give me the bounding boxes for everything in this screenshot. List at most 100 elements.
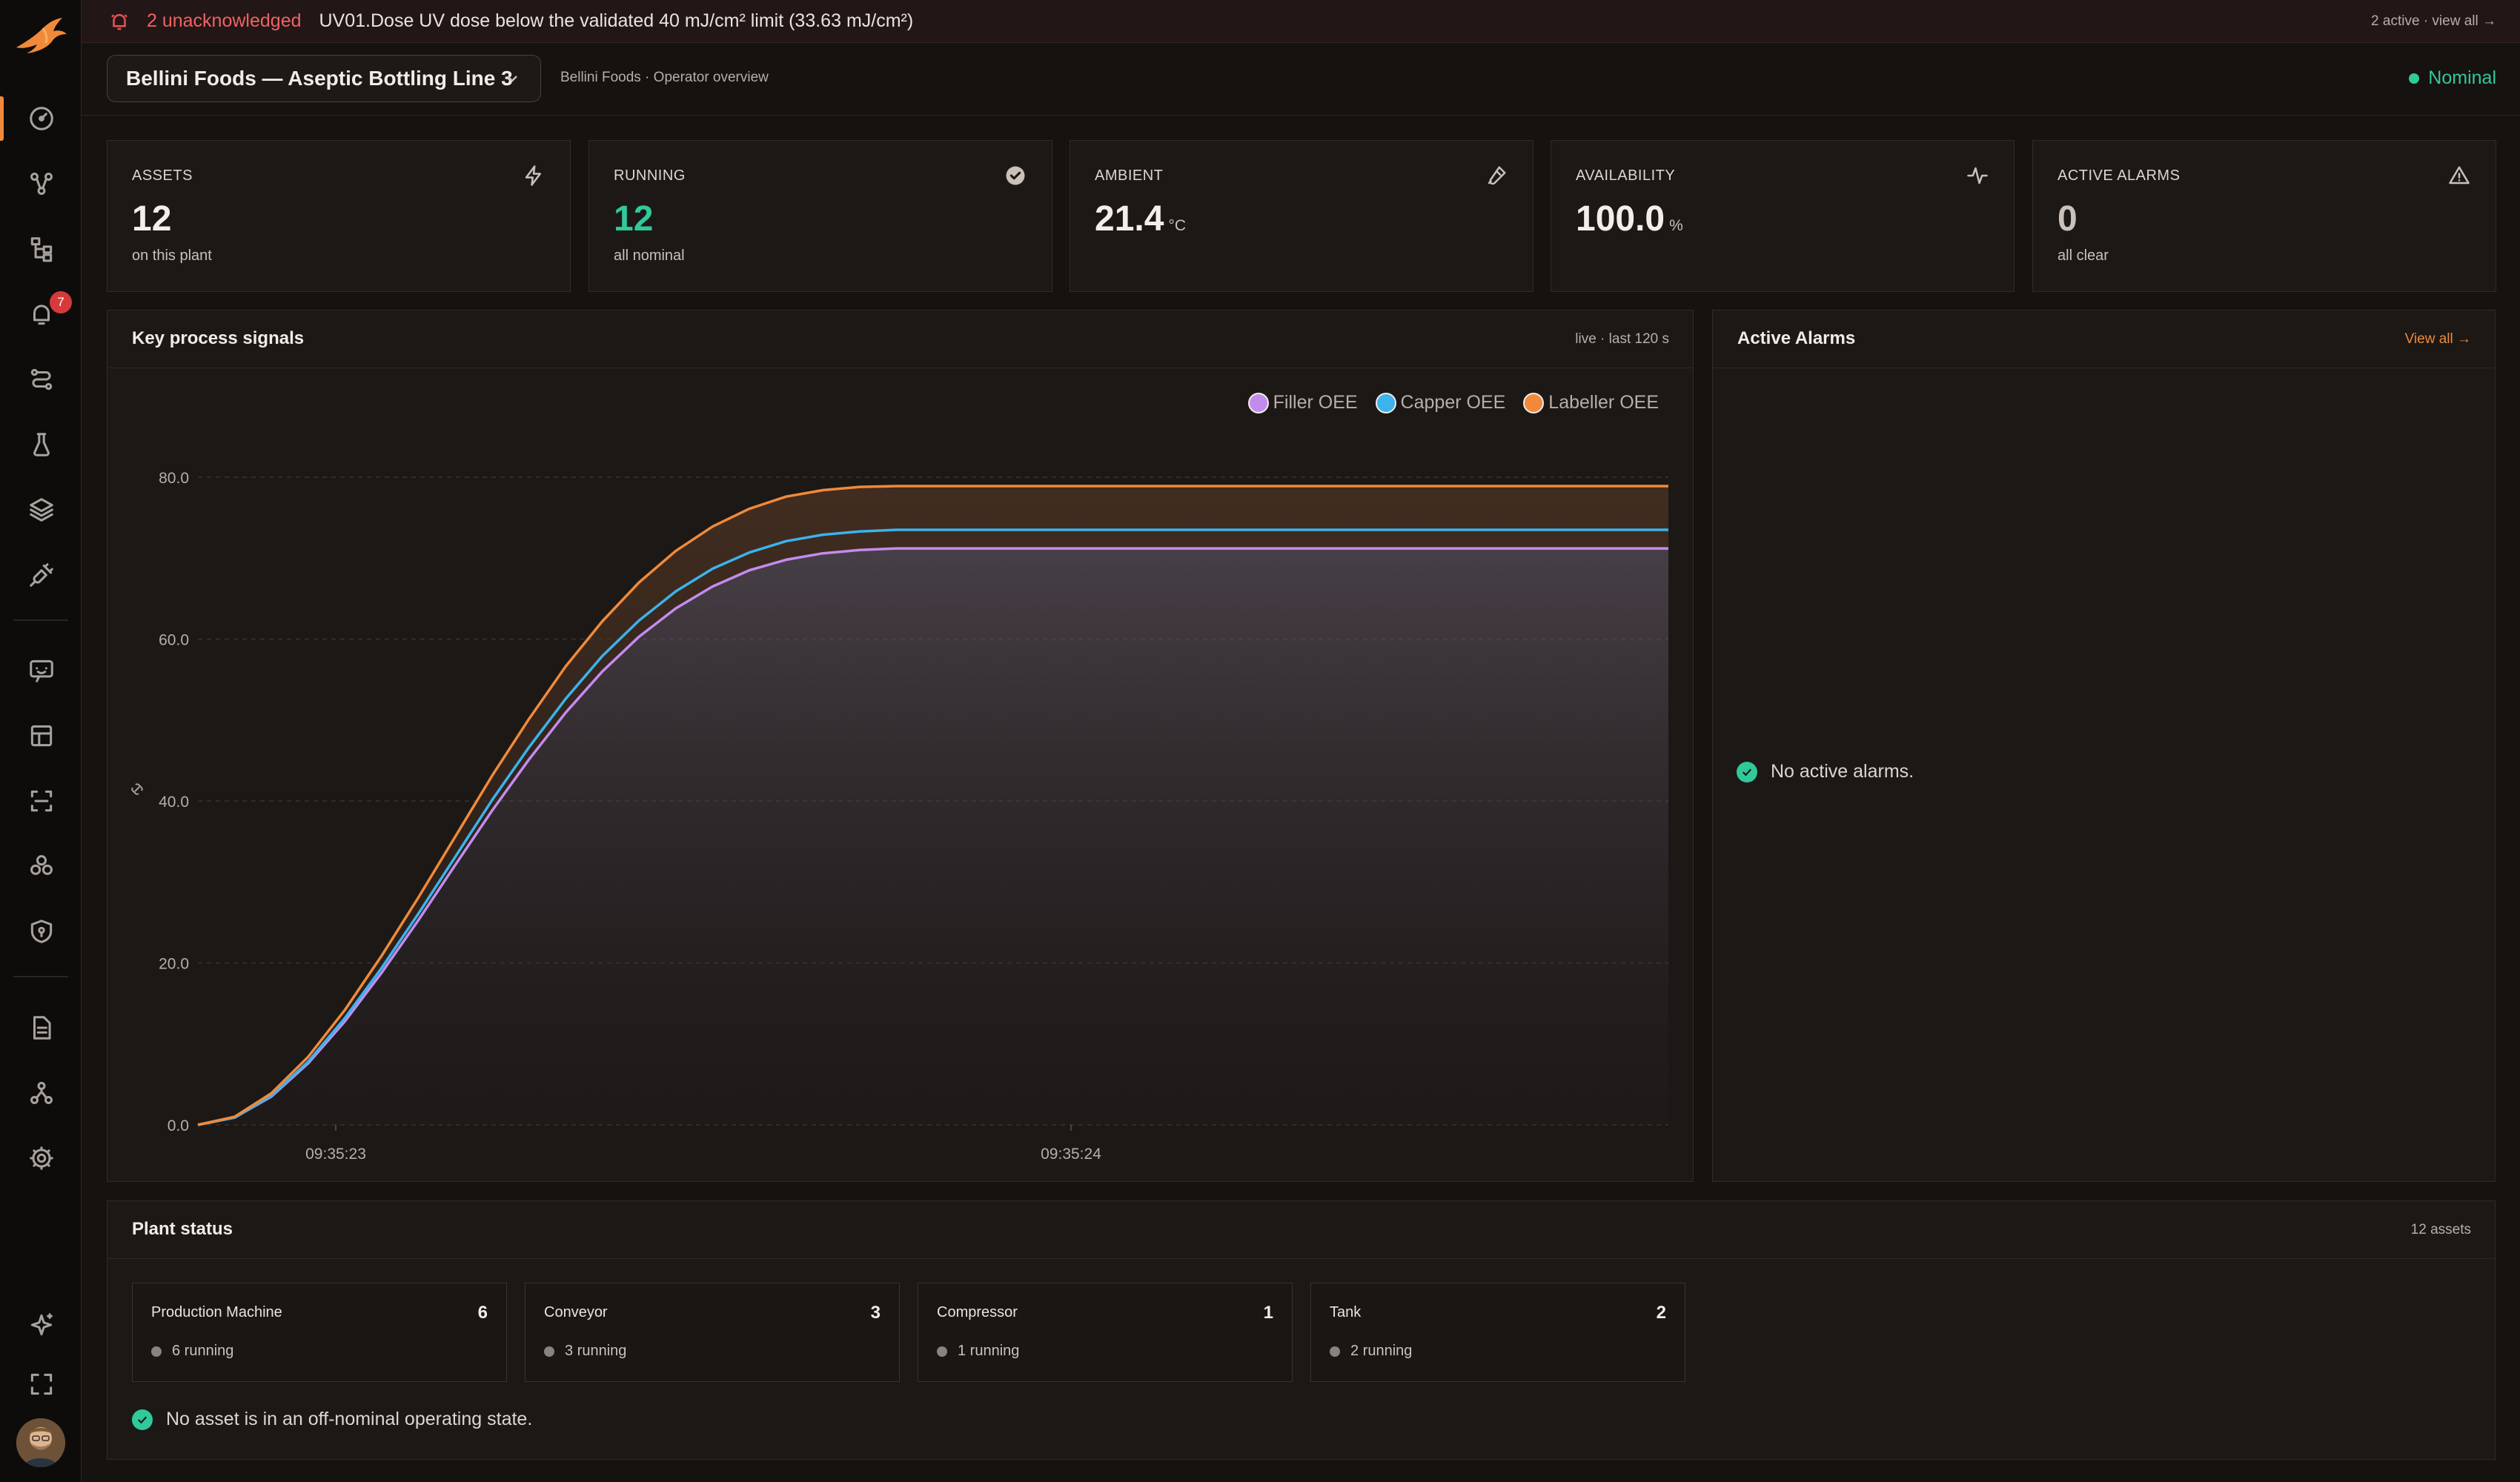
- sparkle-icon[interactable]: [23, 1306, 60, 1343]
- asset-type-name: Production Machine: [151, 1304, 282, 1320]
- thermometer-icon: [1485, 165, 1508, 187]
- running-label: 1 running: [958, 1343, 1020, 1359]
- warning-icon: [2448, 165, 2470, 187]
- breadcrumb: Bellini Foods · Operator overview: [560, 70, 769, 85]
- asset-type-name: Compressor: [937, 1304, 1018, 1320]
- status-dot: [544, 1346, 554, 1357]
- running-label: 3 running: [565, 1343, 627, 1359]
- sidebar-divider: [13, 619, 68, 621]
- asset-type-card[interactable]: Tank 2 2 running: [1310, 1283, 1685, 1382]
- kpi-label: AVAILABILITY: [1576, 167, 1676, 184]
- bolt-icon: [523, 165, 545, 187]
- asset-type-card[interactable]: Production Machine 6 6 running: [132, 1283, 507, 1382]
- empty-state-text: No active alarms.: [1771, 761, 1914, 782]
- view-all-alarms-link[interactable]: 2 active · view all →: [2371, 13, 2496, 30]
- modules-icon[interactable]: [23, 848, 60, 885]
- asset-type-name: Tank: [1330, 1304, 1362, 1320]
- x-tick-label: 09:35:23: [305, 1146, 366, 1163]
- signals-line-chart[interactable]: 0.0 20.0 40.0 60.0 80.0 09:35:23 09:35:24: [107, 310, 1692, 1180]
- kpi-label: AMBIENT: [1095, 167, 1164, 184]
- check-icon: [1737, 761, 1757, 782]
- kpi-value: 12: [132, 199, 172, 239]
- fullscreen-icon[interactable]: [23, 1366, 60, 1403]
- alarm-message: UV01.Dose UV dose below the validated 40…: [319, 10, 914, 31]
- asset-type-running: 2 running: [1330, 1343, 1412, 1360]
- kpi-label: ACTIVE ALARMS: [2058, 167, 2181, 184]
- plant-status-card: Plant status 12 assets Production Machin…: [107, 1200, 2496, 1460]
- alarm-bell-icon: [108, 10, 130, 33]
- check-icon: [132, 1409, 153, 1430]
- layers-icon[interactable]: [23, 491, 60, 528]
- kpi-label: ASSETS: [132, 167, 193, 184]
- kpi-value: 21.4 °C: [1095, 199, 1186, 239]
- y-tick-label: 60.0: [159, 632, 189, 649]
- card-title: Active Alarms: [1737, 328, 1856, 348]
- document-icon[interactable]: [23, 1009, 60, 1046]
- scan-icon[interactable]: [23, 782, 60, 820]
- unacknowledged-count[interactable]: 2 unacknowledged: [147, 10, 302, 32]
- kpi-sub: all clear: [2058, 247, 2109, 264]
- user-avatar[interactable]: [16, 1418, 65, 1467]
- dashboard-icon[interactable]: [23, 100, 60, 137]
- chat-icon[interactable]: [23, 652, 60, 689]
- kpi-card-assets: ASSETS 12 on this plant: [107, 140, 571, 292]
- status-dot: [151, 1346, 162, 1357]
- status-indicator: Nominal: [2409, 67, 2496, 89]
- status-dot: [937, 1346, 947, 1357]
- kpi-value: 0: [2058, 199, 2078, 239]
- asset-type-card[interactable]: Compressor 1 1 running: [918, 1283, 1293, 1382]
- asset-type-running: 6 running: [151, 1343, 233, 1360]
- route-icon[interactable]: [23, 361, 60, 398]
- chevron-down-icon: [507, 76, 517, 82]
- kpi-card-active-alarms: ACTIVE ALARMS 0 all clear: [2032, 140, 2496, 292]
- org-chart-icon[interactable]: [23, 1074, 60, 1112]
- plant-status-footer: No asset is in an off-nominal operating …: [132, 1409, 532, 1430]
- brand-logo[interactable]: [13, 13, 68, 62]
- empty-state: No active alarms.: [1737, 761, 1914, 782]
- hierarchy-icon[interactable]: [23, 230, 60, 268]
- plant-status-footer-text: No asset is in an off-nominal operating …: [166, 1409, 533, 1429]
- kpi-card-availability: AVAILABILITY 100.0%: [1551, 140, 2015, 292]
- kpi-number: 21.4: [1095, 199, 1164, 239]
- y-tick-label: 80.0: [159, 470, 189, 487]
- active-alarms-card: Active Alarms View all → No active alarm…: [1712, 310, 2496, 1182]
- gear-icon[interactable]: [23, 1140, 60, 1177]
- kpi-sub: on this plant: [132, 247, 212, 264]
- asset-type-card[interactable]: Conveyor 3 3 running: [525, 1283, 900, 1382]
- plant-selector[interactable]: Bellini Foods — Aseptic Bottling Line 3: [107, 55, 541, 102]
- check-circle-icon: [1004, 165, 1027, 187]
- running-label: 2 running: [1350, 1343, 1413, 1359]
- status-dot: [2409, 73, 2420, 84]
- sidebar: 7: [0, 0, 82, 1482]
- y-tick-label: 40.0: [159, 794, 189, 811]
- network-icon[interactable]: [23, 165, 60, 202]
- plant-selector-label: Bellini Foods — Aseptic Bottling Line 3: [126, 67, 513, 90]
- running-label: 6 running: [172, 1343, 234, 1359]
- asset-type-count: 1: [1263, 1303, 1273, 1323]
- view-all-link[interactable]: View all →: [2405, 331, 2471, 348]
- kpi-sub: all nominal: [614, 247, 685, 264]
- shield-icon[interactable]: [23, 913, 60, 950]
- asset-type-name: Conveyor: [544, 1304, 608, 1320]
- kpi-card-running: RUNNING 12 all nominal: [588, 140, 1052, 292]
- grid-icon[interactable]: [23, 717, 60, 754]
- status-dot: [1330, 1346, 1340, 1357]
- alarm-count-badge: 7: [50, 291, 72, 313]
- card-title: Plant status: [132, 1219, 233, 1239]
- asset-type-count: 3: [870, 1303, 881, 1323]
- flask-icon[interactable]: [23, 426, 60, 463]
- card-header: Plant status 12 assets: [107, 1201, 2495, 1259]
- kpi-label: RUNNING: [614, 167, 686, 184]
- plug-icon[interactable]: [23, 556, 60, 594]
- y-tick-label: 0.0: [168, 1117, 189, 1134]
- pulse-icon: [1966, 165, 1989, 187]
- active-nav-indicator: [0, 96, 4, 141]
- link-icon: [128, 780, 146, 798]
- kpi-unit: %: [1669, 217, 1683, 234]
- kpi-unit: °C: [1168, 217, 1186, 234]
- kpi-value: 12: [614, 199, 654, 239]
- kpi-card-ambient: AMBIENT 21.4 °C: [1070, 140, 1533, 292]
- alarm-banner[interactable]: 2 unacknowledged UV01.Dose UV dose below…: [82, 0, 2520, 43]
- card-header: Active Alarms View all →: [1713, 310, 2495, 368]
- asset-type-running: 3 running: [544, 1343, 626, 1360]
